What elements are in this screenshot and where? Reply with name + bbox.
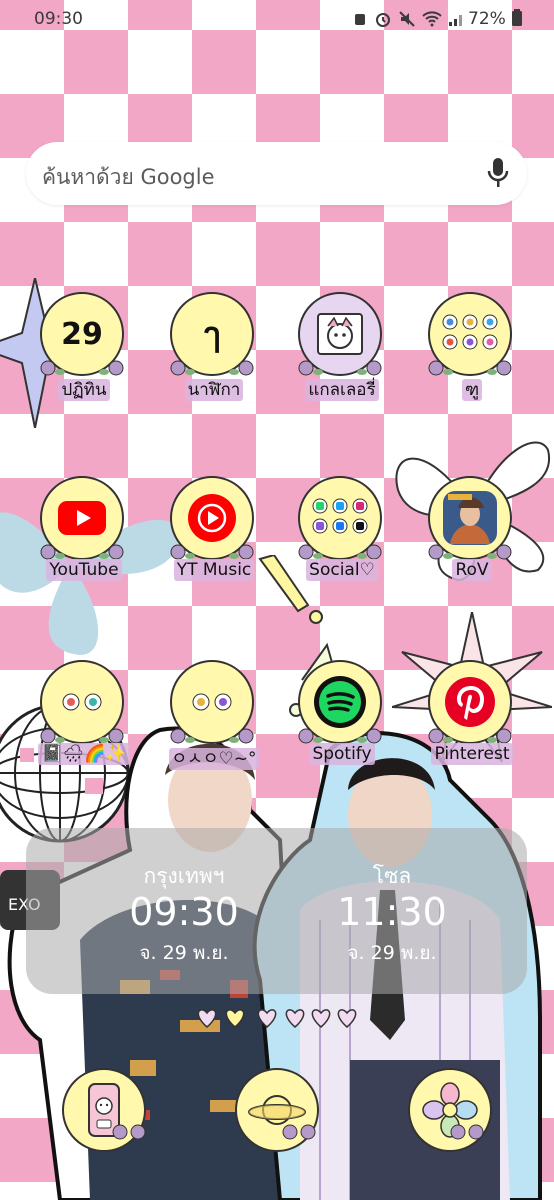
app-calendar[interactable]: 29 ปฏิทิน <box>26 292 142 420</box>
app-folder-1[interactable]: ฑู <box>414 292 530 420</box>
dual-clock-widget[interactable]: กรุงเทพฯ 09:30 จ. 29 พ.ย. โซล 11:30 จ. 2… <box>26 828 527 994</box>
status-icons <box>352 8 482 30</box>
app-folder-3[interactable]: ㅇㅅㅇ♡~° <box>156 660 272 788</box>
app-clock[interactable]: ๅ นาฬิกา <box>156 292 272 420</box>
app-gallery[interactable]: แกลเลอรี่ <box>284 292 400 420</box>
app-label: RoV <box>452 559 492 581</box>
mic-icon[interactable] <box>487 157 509 189</box>
app-label: 📓🌧🌈✨ <box>38 743 130 765</box>
alarm-off-icon <box>355 14 365 25</box>
app-youtube[interactable]: YouTube <box>26 476 142 604</box>
app-rov[interactable]: RoV <box>414 476 530 604</box>
app-social-folder[interactable]: Social♡ <box>284 476 400 604</box>
app-label: YT Music <box>173 559 255 581</box>
clock-date-right: จ. 29 พ.ย. <box>347 942 437 964</box>
clock-time-left: 09:30 <box>129 890 239 934</box>
app-yt-music[interactable]: YT Music <box>156 476 272 604</box>
home-screen: { "status_bar": { "time": "09:30", "batt… <box>0 0 554 1200</box>
status-bar: 09:30 72% <box>0 0 554 40</box>
app-label: ปฏิทิน <box>58 379 110 401</box>
flower-decoration-icon <box>450 1124 484 1140</box>
flower-decoration-icon <box>40 360 124 376</box>
app-label: YouTube <box>46 559 122 581</box>
clock-city-left: กรุงเทพฯ <box>143 864 225 888</box>
app-spotify[interactable]: Spotify <box>284 660 400 788</box>
alarm-icon <box>376 13 390 27</box>
clock-date-left: จ. 29 พ.ย. <box>139 942 229 964</box>
app-folder-2[interactable]: 📓🌧🌈✨ <box>26 660 142 788</box>
app-label: ㅇㅅㅇ♡~° <box>168 748 260 770</box>
clock-time-right: 11:30 <box>337 890 447 934</box>
app-label: Pinterest <box>431 743 513 765</box>
signal-icon <box>449 15 462 26</box>
app-label: ฑู <box>461 379 483 401</box>
app-label: นาฬิกา <box>184 379 244 401</box>
battery-percent: 72% <box>468 9 506 29</box>
status-time: 09:30 <box>34 9 83 29</box>
hearts-sticker <box>197 1009 357 1028</box>
flower-decoration-icon <box>282 1124 316 1140</box>
app-label: Spotify <box>309 743 375 765</box>
wifi-icon <box>422 11 442 27</box>
battery-icon <box>512 9 523 26</box>
app-label: Social♡ <box>306 559 378 581</box>
app-pinterest[interactable]: Pinterest <box>414 660 530 788</box>
search-placeholder: ค้นหาด้วย Google <box>42 165 215 189</box>
google-search-bar[interactable]: ค้นหาด้วย Google <box>26 142 527 205</box>
app-label: แกลเลอรี่ <box>305 379 379 401</box>
flower-decoration-icon <box>298 360 382 376</box>
mute-icon <box>399 11 415 27</box>
battery-status: 72% <box>468 9 523 29</box>
clock-city-right: โซล <box>372 864 412 888</box>
flower-decoration-icon <box>170 360 254 376</box>
flower-decoration-icon <box>112 1124 146 1140</box>
flower-decoration-icon <box>170 728 254 744</box>
flower-decoration-icon <box>428 360 512 376</box>
